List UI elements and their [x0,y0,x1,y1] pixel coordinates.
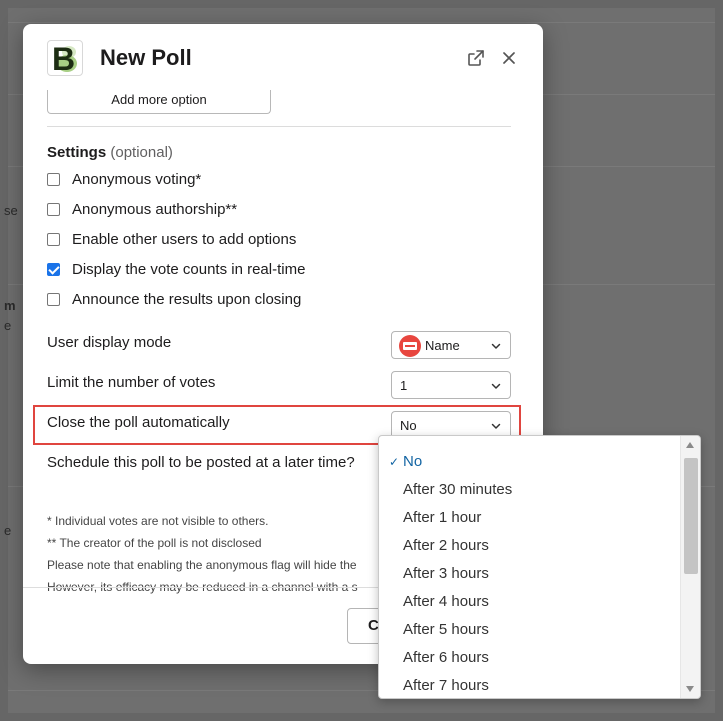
note-line: ** The creator of the poll is not disclo… [47,536,262,550]
external-link-icon[interactable] [465,47,487,69]
limit-votes-row: Limit the number of votes 1 [47,371,511,399]
dropdown-option[interactable]: After 5 hours [379,616,679,644]
dropdown-option[interactable]: After 6 hours [379,644,679,672]
chevron-down-icon [490,380,502,392]
modal-header: B New Poll [23,24,543,94]
setting-label: Anonymous authorship** [72,200,238,218]
dropdown-option-no[interactable]: ✓ No [379,448,679,476]
option-label: No [403,453,423,470]
select-value: 1 [400,378,408,393]
dropdown-option[interactable]: After 1 hour [379,504,679,532]
close-icon[interactable] [498,47,520,69]
checkbox-checked[interactable] [47,262,60,276]
setting-display-vote-counts[interactable]: Display the vote counts in real-time [47,258,305,280]
checkbox[interactable] [47,292,60,306]
dropdown-option[interactable]: After 30 minutes [379,476,679,504]
checkbox[interactable] [47,202,60,216]
setting-label: Enable other users to add options [72,230,297,248]
name-badge-icon [399,335,421,357]
dropdown-option[interactable]: After 7 hours [379,672,679,698]
note-line: * Individual votes are not visible to ot… [47,514,269,528]
notes: * Individual votes are not visible to ot… [47,510,358,598]
settings-heading-suffix: (optional) [110,144,173,161]
setting-label: Anonymous voting* [72,170,202,188]
app-logo: B [47,40,83,76]
dropdown-scrollbar[interactable] [680,436,700,698]
name-tag-shape [403,342,417,350]
option-label: After 6 hours [403,649,489,666]
option-label: After 1 hour [403,509,482,526]
background-text: se [4,203,18,218]
chevron-down-icon [490,340,502,352]
field-label: Limit the number of votes [47,374,216,391]
background-divider [8,22,715,23]
scroll-up-arrow-icon[interactable] [686,442,694,448]
setting-anonymous-authorship[interactable]: Anonymous authorship** [47,198,237,220]
scrollbar-thumb[interactable] [684,458,698,574]
scroll-down-arrow-icon[interactable] [686,686,694,692]
external-link-glyph [468,50,484,66]
setting-label: Display the vote counts in real-time [72,260,306,278]
close-glyph [503,52,515,64]
dropdown-options: ✓ No After 30 minutes After 1 hour After… [379,448,679,698]
option-label: After 30 minutes [403,481,513,498]
setting-enable-add-options[interactable]: Enable other users to add options [47,228,296,250]
settings-heading: Settings (optional) [47,142,173,164]
field-label: User display mode [47,334,172,351]
limit-votes-select[interactable]: 1 [391,371,511,399]
background-text: e [4,318,12,333]
checkbox[interactable] [47,232,60,246]
user-display-mode-row: User display mode Name [47,331,511,359]
checkmark-icon: ✓ [389,455,400,469]
option-label: After 4 hours [403,593,489,610]
dropdown-option[interactable]: After 2 hours [379,532,679,560]
option-label: After 2 hours [403,537,489,554]
add-more-option-button[interactable]: Add more option [47,90,271,114]
setting-announce-results[interactable]: Announce the results upon closing [47,288,301,310]
select-value: Name [425,338,460,353]
close-poll-dropdown-menu[interactable]: ✓ No After 30 minutes After 1 hour After… [378,435,701,699]
modal-title: New Poll [100,45,192,70]
checkbox[interactable] [47,172,60,186]
setting-label: Announce the results upon closing [72,290,302,308]
dropdown-option[interactable]: After 3 hours [379,560,679,588]
field-label: Schedule this poll to be posted at a lat… [47,454,355,471]
background-text: m [4,298,16,313]
option-label: After 7 hours [403,677,489,694]
option-label: After 5 hours [403,621,489,638]
logo-letter: B [52,41,76,76]
background-text: e [4,523,12,538]
dropdown-option[interactable]: After 4 hours [379,588,679,616]
note-line: Please note that enabling the anonymous … [47,558,357,572]
settings-heading-label: Settings [47,144,107,161]
section-divider [47,126,511,127]
user-display-mode-select[interactable]: Name [391,331,511,359]
setting-anonymous-voting[interactable]: Anonymous voting* [47,168,201,190]
option-label: After 3 hours [403,565,489,582]
